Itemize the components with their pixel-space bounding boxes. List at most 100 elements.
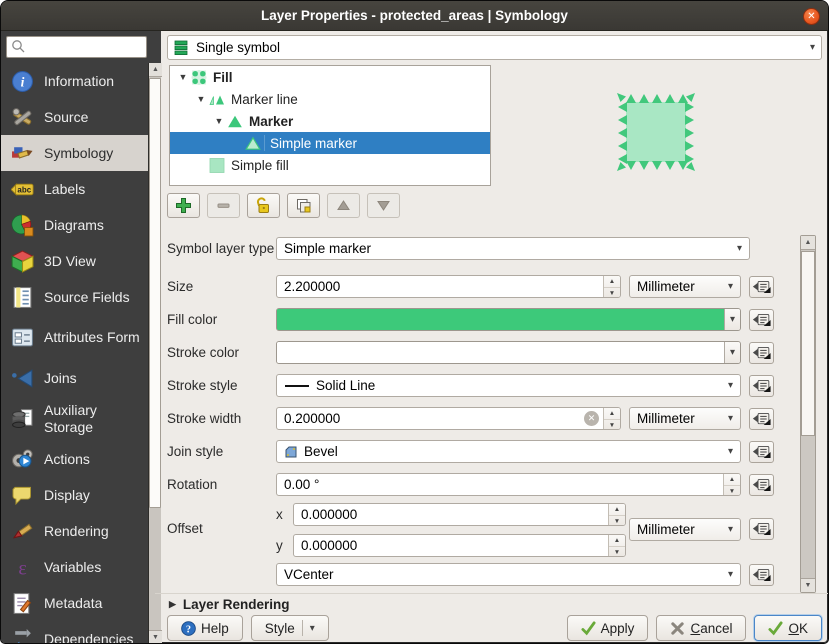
style-button[interactable]: Style [251, 615, 329, 641]
spinner-arrows-icon[interactable]: ▲▼ [603, 276, 620, 297]
arrow-down-icon [375, 197, 392, 214]
sidebar-item-source-fields[interactable]: Source Fields [1, 279, 148, 315]
scroll-down-icon[interactable]: ▼ [801, 578, 815, 592]
sidebar-item-dependencies[interactable]: Dependencies [1, 621, 148, 644]
add-symbol-layer-button[interactable] [167, 193, 200, 218]
anchor-point-select[interactable]: VCenter [276, 563, 741, 586]
offset-unit-select[interactable]: Millimeter [629, 518, 741, 541]
close-icon[interactable]: ✕ [803, 8, 820, 25]
data-defined-override-button[interactable] [749, 408, 774, 430]
sidebar-item-variables[interactable]: εVariables [1, 549, 148, 585]
search-input[interactable] [6, 36, 147, 58]
sidebar-item-labels[interactable]: abcLabels [1, 171, 148, 207]
check-icon [768, 621, 783, 636]
cancel-button[interactable]: Cancel [656, 615, 746, 641]
sidebar-item-joins[interactable]: Joins [1, 360, 148, 396]
attributes-form-icon [9, 326, 35, 350]
sidebar-scrollbar-thumb[interactable] [149, 78, 161, 508]
expander-icon[interactable]: ▼ [194, 94, 208, 104]
apply-button[interactable]: Apply [567, 615, 649, 641]
layer-rendering-section[interactable]: ▶ Layer Rendering [169, 597, 289, 612]
help-button[interactable]: ? Help [167, 615, 243, 641]
symbol-tree-item-simple-fill[interactable]: Simple fill [170, 154, 490, 176]
sidebar-item-label: Metadata [44, 595, 144, 611]
offset-x-label: x [276, 507, 288, 522]
sidebar-item-display[interactable]: Display [1, 477, 148, 513]
chevron-down-icon [728, 569, 733, 580]
solid-line-icon [284, 384, 310, 388]
arrow-up-icon [335, 197, 352, 214]
clear-value-icon[interactable]: ✕ [584, 411, 599, 426]
symbol-tree-item-label: Marker line [231, 92, 298, 107]
sidebar-item-symbology[interactable]: Symbology [1, 135, 148, 171]
svg-text:ε: ε [18, 557, 26, 579]
stroke-width-spinbox[interactable]: 0.200000 ✕ ▲▼ [276, 407, 621, 430]
join-style-select[interactable]: Bevel [276, 440, 741, 463]
data-defined-override-button[interactable] [749, 518, 774, 540]
spinner-arrows-icon[interactable]: ▲▼ [603, 408, 620, 429]
expander-icon[interactable]: ▼ [212, 116, 226, 126]
symbol-layer-tree: ▼Fill▼Marker line▼MarkerSimple markerSim… [169, 65, 491, 186]
ok-button[interactable]: OK [754, 615, 822, 641]
chevron-right-icon: ▶ [169, 599, 176, 610]
spinner-arrows-icon[interactable]: ▲▼ [723, 474, 740, 495]
data-defined-override-button[interactable] [749, 276, 774, 298]
sidebar-item-attributes-form[interactable]: Attributes Form [1, 315, 148, 360]
data-defined-override-button[interactable] [749, 474, 774, 496]
fill-color-button[interactable] [276, 308, 741, 331]
form-scrollbar-thumb[interactable] [801, 251, 815, 436]
size-unit-select[interactable]: Millimeter [629, 275, 741, 298]
rotation-value: 0.00 ° [277, 477, 723, 492]
sidebar-item-information[interactable]: iInformation [1, 63, 148, 99]
title-bar[interactable]: Layer Properties - protected_areas | Sym… [1, 1, 828, 31]
sidebar-item-metadata[interactable]: Metadata [1, 585, 148, 621]
symbol-tree-item-marker[interactable]: ▼Marker [170, 110, 490, 132]
source-icon [9, 105, 35, 129]
size-spinbox[interactable]: 2.200000 ▲▼ [276, 275, 621, 298]
symbol-tree-item-marker-line[interactable]: ▼ Marker line [170, 88, 490, 110]
spinner-arrows-icon[interactable]: ▲▼ [608, 535, 625, 556]
sidebar-scrollbar[interactable]: ▲ ▼ [148, 63, 161, 644]
stroke-width-unit-select[interactable]: Millimeter [629, 407, 741, 430]
sidebar-item-label: Source Fields [44, 289, 144, 305]
sidebar-item-diagrams[interactable]: Diagrams [1, 207, 148, 243]
duplicate-symbol-layer-button[interactable] [287, 193, 320, 218]
offset-y-spinbox[interactable]: 0.000000 ▲▼ [293, 534, 626, 557]
sidebar-item-label: Diagrams [44, 217, 144, 233]
sidebar-item-rendering[interactable]: Rendering [1, 513, 148, 549]
rotation-spinbox[interactable]: 0.00 ° ▲▼ [276, 473, 741, 496]
data-defined-override-button[interactable] [749, 309, 774, 331]
symbol-tree-item-simple-marker[interactable]: Simple marker [170, 132, 490, 154]
data-defined-override-button[interactable] [749, 342, 774, 364]
spinner-arrows-icon[interactable]: ▲▼ [608, 504, 625, 525]
open-lock-icon [255, 197, 272, 214]
renderer-select[interactable]: Single symbol [167, 35, 822, 60]
chevron-down-icon [728, 413, 733, 424]
check-icon [581, 621, 596, 636]
data-defined-override-button[interactable] [749, 564, 774, 586]
sidebar-item-3d-view[interactable]: 3D View [1, 243, 148, 279]
symbol-tree-item-fill[interactable]: ▼Fill [170, 66, 490, 88]
data-defined-override-button[interactable] [749, 375, 774, 397]
stroke-style-select[interactable]: Solid Line [276, 374, 741, 397]
remove-symbol-layer-button [207, 193, 240, 218]
3d-view-icon [9, 249, 35, 273]
sidebar-item-source[interactable]: Source [1, 99, 148, 135]
offset-x-spinbox[interactable]: 0.000000 ▲▼ [293, 503, 626, 526]
anchor-point-value: VCenter [284, 567, 334, 582]
marker-line-icon [208, 91, 226, 107]
form-scrollbar[interactable]: ▲ ▼ [800, 235, 816, 593]
sidebar-item-auxiliary-storage[interactable]: Auxiliary Storage [1, 396, 148, 441]
scroll-up-icon[interactable]: ▲ [801, 236, 815, 250]
sidebar-item-label: Rendering [44, 523, 144, 539]
simple-marker-icon [244, 135, 265, 151]
chevron-down-icon [730, 314, 735, 325]
stroke-color-button[interactable] [276, 341, 741, 364]
lock-color-button[interactable] [247, 193, 280, 218]
data-defined-override-button[interactable] [749, 441, 774, 463]
sidebar-item-label: Source [44, 109, 144, 125]
chevron-down-icon [728, 380, 733, 391]
sidebar-item-actions[interactable]: Actions [1, 441, 148, 477]
expander-icon[interactable]: ▼ [176, 72, 190, 82]
symbol-layer-type-select[interactable]: Simple marker [276, 237, 750, 260]
